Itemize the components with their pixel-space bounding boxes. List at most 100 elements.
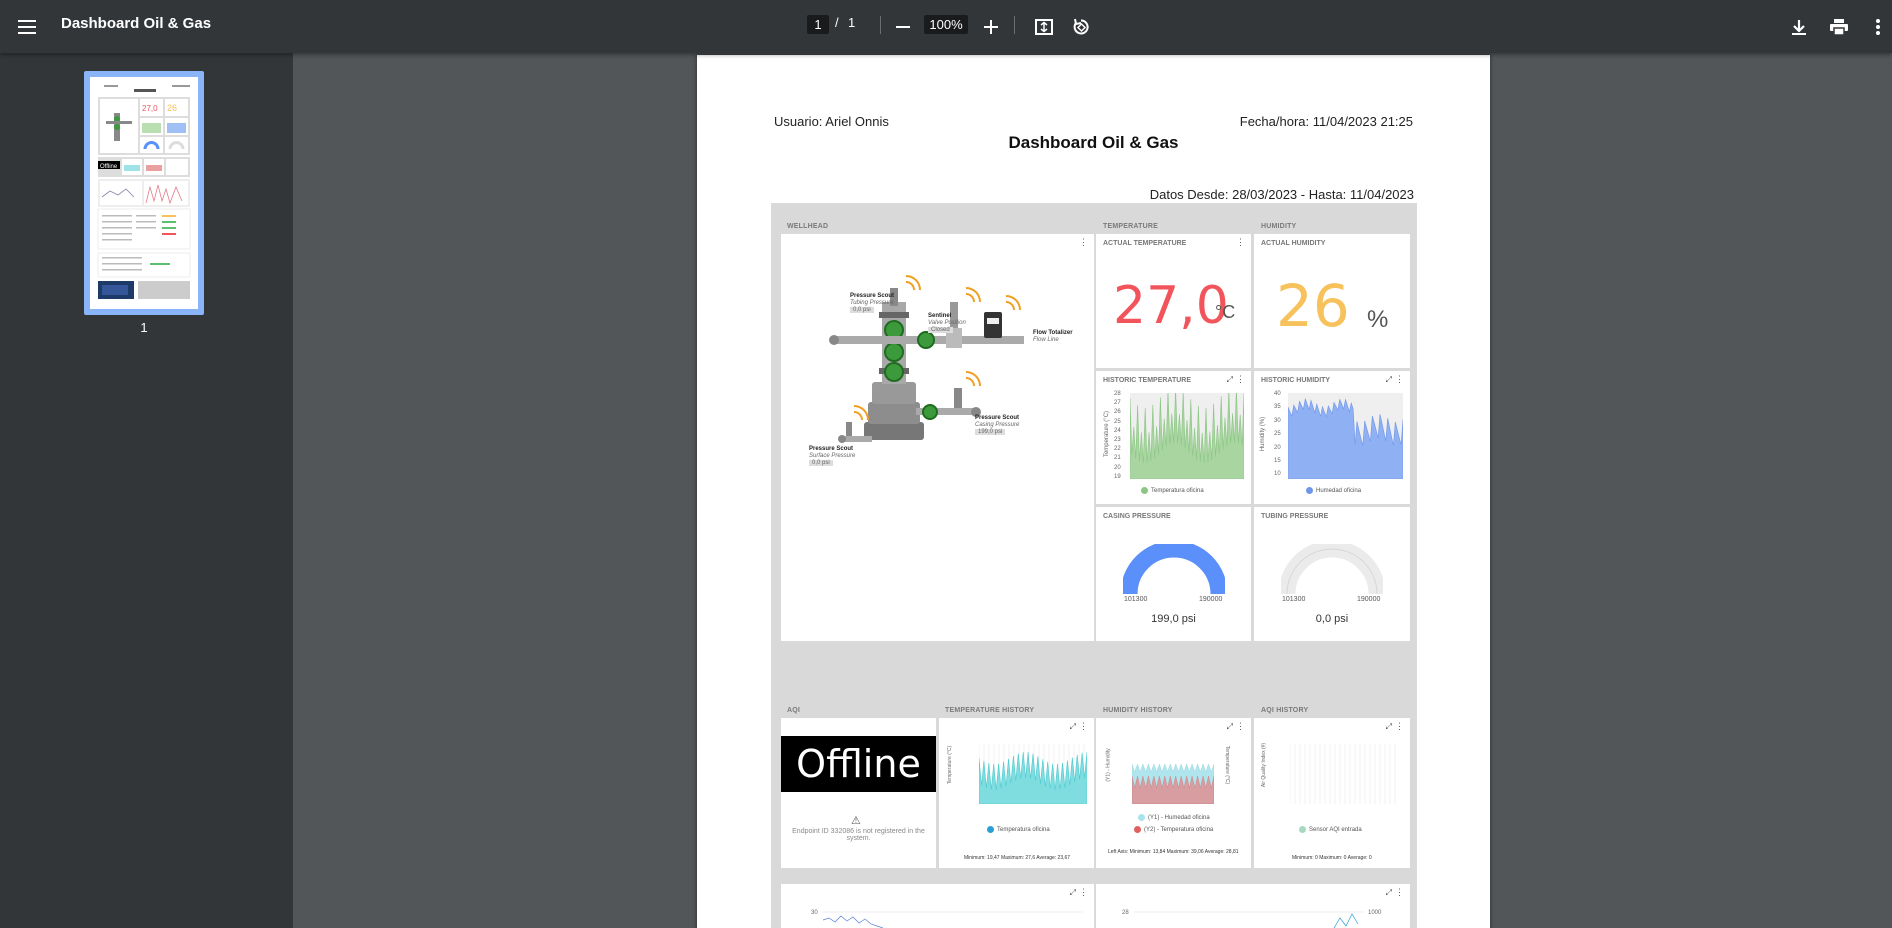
y-tick-label: 26 (1114, 409, 1121, 416)
expand-icon[interactable]: ⤢ (1386, 722, 1392, 731)
expand-icon[interactable]: ⤢ (1070, 888, 1076, 897)
legend-dot (1138, 814, 1145, 821)
scout3-title: Pressure Scout (809, 446, 854, 452)
legend-dot (1306, 487, 1313, 494)
gauge-min-label: 101300 (1124, 596, 1148, 603)
y-tick-label: 25 (1114, 418, 1121, 425)
tubing-pressure-card: TUBING PRESSURE 101300 190000 0,0 psi (1254, 507, 1410, 641)
scout1-subtitle: Tubing Pressure (850, 300, 894, 306)
pdf-viewer: Usuario: Ariel Onnis Fecha/hora: 11/04/2… (293, 53, 1892, 928)
scout2-title: Pressure Scout (975, 415, 1020, 421)
zoom-out-button[interactable] (887, 11, 919, 43)
page-thumbnail[interactable]: 27,0 26 Offline (84, 71, 204, 315)
y-axis-tick-left: 28 (1122, 910, 1129, 916)
zoom-in-button[interactable] (975, 11, 1007, 43)
expand-icon[interactable]: ⤢ (1386, 888, 1392, 897)
report-date-range: Datos Desde: 28/03/2023 - Hasta: 11/04/2… (1149, 187, 1414, 202)
section-label-aqi-history: AQI HISTORY (1261, 707, 1309, 714)
section-label-temperature-history: TEMPERATURE HISTORY (945, 707, 1035, 714)
legend-dot (1141, 487, 1148, 494)
kebab-menu-icon[interactable]: ⋮ (1079, 238, 1088, 247)
legend-label: Humedad oficina (1316, 487, 1362, 494)
expand-icon[interactable]: ⤢ (1227, 722, 1233, 731)
fit-page-icon[interactable] (1028, 11, 1060, 43)
y-axis-tick-right: 1000 (1368, 910, 1382, 916)
legend-label: Sensor AQI entrada (1309, 826, 1362, 833)
kebab-menu-icon[interactable]: ⋮ (1395, 888, 1404, 897)
download-icon[interactable] (1783, 11, 1815, 43)
kebab-menu-icon[interactable]: ⋮ (1395, 722, 1404, 731)
y-tick-label: 21 (1114, 455, 1121, 462)
section-label-wellhead: WELLHEAD (787, 223, 829, 230)
kebab-menu-icon[interactable]: ⋮ (1236, 375, 1245, 384)
page-number-input[interactable]: 1 (807, 15, 829, 34)
wellhead-diagram (829, 275, 1024, 443)
actual-temperature-unit: °C (1215, 302, 1236, 322)
historic-temperature-plot (1130, 393, 1244, 479)
y-axis-label-left: (Y1) - Humidity (1105, 748, 1112, 782)
y-tick-label: 35 (1274, 404, 1281, 411)
stats-summary: Left Axis: Minimum: 13,84 Maximum: 39,06… (1108, 849, 1239, 855)
flow-totalizer-title: Flow Totalizer (1033, 330, 1073, 336)
casing-pressure-value: 199,0 psi (1151, 613, 1196, 625)
more-options-icon[interactable] (1862, 11, 1892, 43)
kebab-menu-icon[interactable]: ⋮ (1079, 722, 1088, 731)
expand-icon[interactable]: ⤢ (1227, 375, 1233, 384)
scout2-value: 199,0 psi (975, 429, 1006, 435)
y-tick-label: 27 (1114, 400, 1121, 407)
kebab-menu-icon[interactable]: ⋮ (1236, 238, 1245, 247)
legend-dot (987, 826, 994, 833)
dashboard: WELLHEAD TEMPERATURE HUMIDITY ⋮ Pressure… (771, 203, 1417, 928)
kebab-menu-icon[interactable]: ⋮ (1395, 375, 1404, 384)
zoom-level-input[interactable]: 100% (924, 15, 968, 34)
y-tick-label: 22 (1114, 446, 1121, 453)
temperature-history-plot (979, 744, 1087, 804)
y-tick-label: 20 (1274, 444, 1281, 451)
menu-icon[interactable] (11, 11, 43, 43)
card-title: ACTUAL HUMIDITY (1261, 240, 1326, 247)
bottom-right-chart-plot (1134, 911, 1364, 928)
y-tick-label: 28 (1114, 391, 1121, 397)
svg-text:26: 26 (167, 103, 177, 113)
page-separator: / (835, 15, 839, 30)
actual-humidity-value: 26 (1276, 272, 1350, 340)
section-label-humidity-history: HUMIDITY HISTORY (1103, 707, 1173, 714)
card-title: HISTORIC TEMPERATURE (1103, 377, 1192, 384)
y-tick-label: 15 (1274, 458, 1281, 464)
thumbnail-sidebar: 27,0 26 Offline 1 (0, 53, 293, 928)
legend-item-1: (Y1) - Humedad oficina (1138, 814, 1210, 821)
temperature-history-area (979, 751, 1087, 804)
legend-item: Temperatura oficina (1141, 487, 1204, 494)
section-label-humidity: HUMIDITY (1261, 223, 1297, 230)
sentinel-subtitle: Valve Position (928, 320, 966, 326)
tubing-pressure-value: 0,0 psi (1315, 613, 1349, 625)
humidity-history-plot (1132, 763, 1214, 804)
bottom-left-chart-card: ⤢ ⋮ 30 (781, 884, 1094, 928)
offline-message: Endpoint ID 332086 is not registered in … (792, 828, 925, 842)
report-datetime: Fecha/hora: 11/04/2023 21:25 (1239, 114, 1413, 129)
print-icon[interactable] (1823, 11, 1855, 43)
flow-totalizer-subtitle: Flow Line (1033, 337, 1059, 343)
card-title: ACTUAL TEMPERATURE (1103, 240, 1187, 247)
casing-pressure-gauge (1123, 544, 1225, 595)
legend-label: (Y1) - Humedad oficina (1148, 814, 1210, 821)
toolbar-divider (1014, 16, 1015, 34)
card-title: TUBING PRESSURE (1261, 513, 1329, 520)
thumbnail-preview: 27,0 26 Offline (90, 77, 198, 309)
legend-label: Temperatura oficina (997, 826, 1050, 833)
actual-temperature-value: 27,0 (1113, 276, 1229, 336)
expand-icon[interactable]: ⤢ (1386, 375, 1392, 384)
tubing-pressure-gauge (1281, 544, 1383, 595)
legend-dot (1134, 826, 1141, 833)
card-title: HISTORIC HUMIDITY (1261, 377, 1331, 384)
kebab-menu-icon[interactable]: ⋮ (1079, 888, 1088, 897)
aqi-history-card: ⤢ ⋮ Air Quality Index (#) Sensor AQI ent… (1254, 718, 1410, 868)
y-axis-label: Air Quality Index (#) (1261, 742, 1268, 788)
actual-humidity-unit: % (1367, 306, 1389, 333)
expand-icon[interactable]: ⤢ (1070, 722, 1076, 731)
y-tick-label: 25 (1274, 431, 1281, 438)
kebab-menu-icon[interactable]: ⋮ (1236, 722, 1245, 731)
y-tick-label: 10 (1274, 471, 1281, 478)
rotate-icon[interactable] (1065, 11, 1097, 43)
section-label-aqi: AQI (787, 707, 801, 714)
